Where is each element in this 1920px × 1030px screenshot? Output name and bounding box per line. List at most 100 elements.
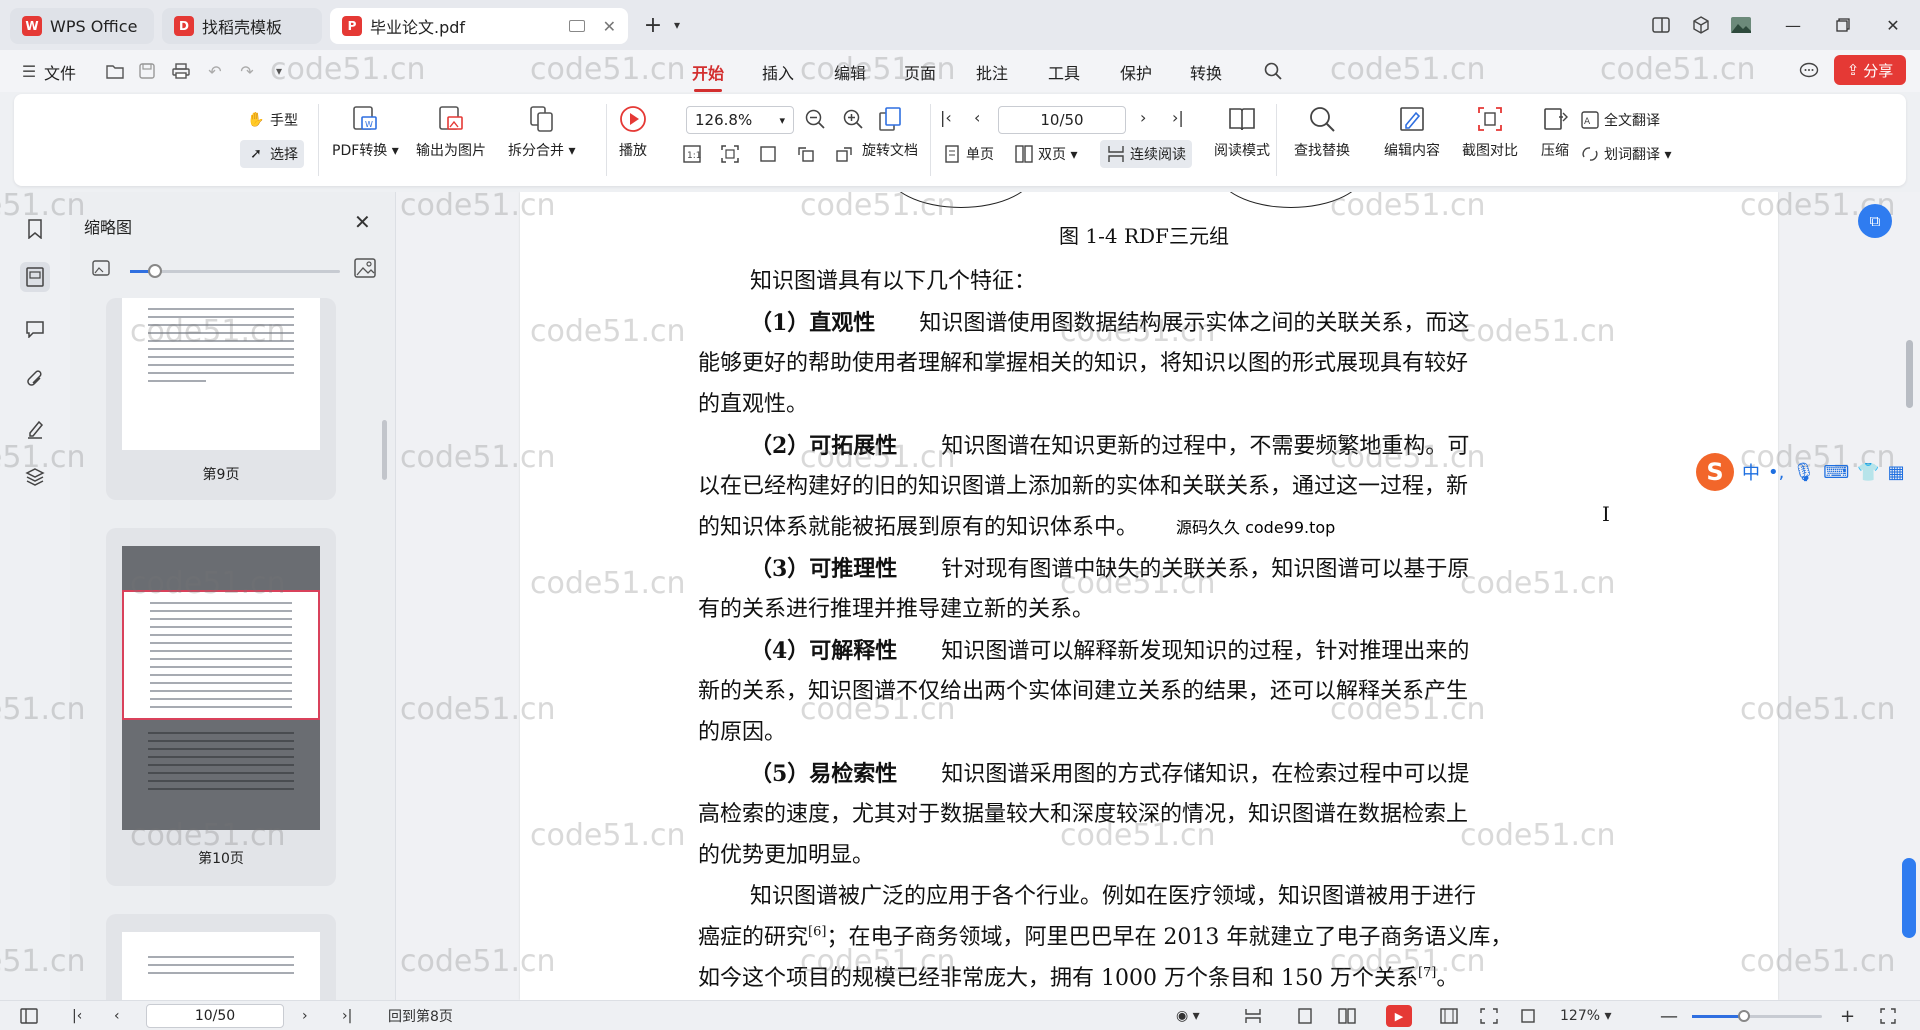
double-page-button[interactable]: 双页 ▾ [1008, 140, 1083, 168]
pdf-convert-button[interactable]: W PDF转换 ▾ [332, 104, 399, 160]
close-window-icon[interactable]: ✕ [1880, 12, 1906, 38]
select-tool-button[interactable]: ➚ 选择 [240, 140, 304, 168]
fit-width-button[interactable] [752, 140, 784, 168]
play-slideshow-icon[interactable]: ▶ [1386, 1005, 1412, 1027]
monitor-icon[interactable] [568, 20, 585, 32]
toggle-sidebar-icon[interactable] [20, 1006, 38, 1026]
thumbnail-page-10[interactable]: 第10页 [106, 528, 336, 886]
close-tab-icon[interactable]: ✕ [603, 17, 616, 36]
search-icon[interactable] [1262, 60, 1284, 82]
single-view-icon[interactable] [1298, 1006, 1312, 1026]
prev-page-icon[interactable]: ‹ [974, 108, 980, 127]
new-tab-button[interactable]: + [640, 12, 666, 38]
next-page-icon[interactable]: › [302, 1006, 308, 1026]
minimize-icon[interactable]: — [1780, 12, 1806, 38]
print-icon[interactable] [170, 60, 192, 82]
rotate-right-button[interactable] [828, 140, 860, 168]
ime-punct[interactable]: •, [1768, 462, 1784, 483]
keyboard-icon[interactable]: ⌨ [1823, 462, 1849, 483]
grid-icon[interactable]: ▦ [1888, 462, 1905, 483]
chevron-down-icon[interactable]: ▾ [664, 12, 690, 38]
thumbnail-scrollbar[interactable] [382, 420, 387, 480]
thumbnail-icon[interactable] [20, 262, 50, 292]
fit-page-button[interactable] [714, 140, 746, 168]
split-merge-button[interactable]: 拆分合并 ▾ [508, 104, 575, 160]
eye-icon[interactable]: ◉ ▾ [1176, 1006, 1200, 1026]
restore-icon[interactable] [1830, 12, 1856, 38]
first-page-icon[interactable]: |‹ [72, 1006, 82, 1026]
menu-file[interactable]: 文件 [44, 60, 76, 84]
citation-superscript[interactable]: [7] [1418, 966, 1436, 981]
folder-icon[interactable] [104, 60, 126, 82]
hamburger-icon[interactable]: ☰ [18, 60, 40, 82]
shirt-icon[interactable]: 👕 [1857, 462, 1879, 483]
compress-button[interactable]: 压缩 [1540, 104, 1570, 160]
mic-icon[interactable]: 🎙 [1792, 462, 1815, 483]
read-mode-button[interactable]: 阅读模式 [1214, 104, 1270, 160]
chevron-down-icon[interactable]: ▾ [268, 60, 290, 82]
zoom-out-icon[interactable]: — [1660, 1006, 1678, 1027]
page-number-input[interactable]: 10/50 [998, 106, 1126, 134]
redo-icon[interactable]: ↷ [236, 60, 258, 82]
share-button[interactable]: ⇪ 分享 [1834, 55, 1906, 85]
menu-edit[interactable]: 编辑 [834, 60, 866, 84]
chat-icon[interactable] [1798, 60, 1820, 82]
status-page-input[interactable]: 10/50 [146, 1004, 284, 1028]
large-thumb-icon[interactable] [354, 258, 376, 282]
edit-content-button[interactable]: 编辑内容 [1384, 104, 1440, 160]
tab-thesis-pdf[interactable]: P 毕业论文.pdf ✕ [330, 8, 628, 44]
actual-size-icon[interactable] [1520, 1006, 1536, 1026]
close-icon[interactable]: ✕ [354, 210, 371, 234]
status-zoom-select[interactable]: 127% ▾ [1560, 1006, 1612, 1026]
small-thumb-icon[interactable] [92, 260, 110, 280]
tab-wps-office[interactable]: W WPS Office [10, 8, 154, 44]
zoom-out-icon[interactable] [804, 108, 826, 130]
zoom-in-icon[interactable] [842, 108, 864, 130]
ime-lang[interactable]: 中 [1742, 459, 1760, 485]
scroll-indicator[interactable] [1902, 858, 1916, 938]
ime-toolbar[interactable]: S 中 •, 🎙 ⌨ 👕 ▦ [1696, 452, 1905, 492]
cube-icon[interactable] [1688, 12, 1714, 38]
signature-icon[interactable] [20, 414, 50, 444]
thumbnail-zoom-slider[interactable] [130, 264, 340, 278]
screenshot-compare-button[interactable]: 截图对比 [1462, 104, 1518, 160]
single-page-button[interactable]: 单页 [936, 140, 1000, 168]
thumbnail-page-9[interactable]: 第9页 [106, 298, 336, 500]
menu-convert[interactable]: 转换 [1190, 60, 1222, 84]
continuous-view-icon[interactable] [1244, 1006, 1262, 1026]
first-page-icon[interactable]: |‹ [940, 108, 952, 127]
menu-insert[interactable]: 插入 [762, 60, 794, 84]
export-image-button[interactable]: 输出为图片 [416, 104, 486, 160]
thumbnail-page-11[interactable] [106, 914, 336, 1000]
menu-protect[interactable]: 保护 [1120, 60, 1152, 84]
save-icon[interactable] [136, 60, 158, 82]
last-page-icon[interactable]: ›| [342, 1006, 352, 1026]
next-page-icon[interactable]: › [1140, 108, 1146, 127]
fullscreen-icon[interactable] [1880, 1006, 1896, 1026]
tab-docer-template[interactable]: D 找稻壳模板 [162, 8, 322, 44]
status-zoom-slider[interactable] [1692, 1010, 1822, 1022]
rotate-document-button[interactable]: 旋转文档 [862, 104, 918, 160]
attachment-icon[interactable] [20, 364, 50, 394]
rotate-left-button[interactable] [790, 140, 822, 168]
menu-tools[interactable]: 工具 [1048, 60, 1080, 84]
zoom-in-icon[interactable]: + [1840, 1006, 1855, 1027]
last-page-icon[interactable]: ›| [1172, 108, 1184, 127]
layers-icon[interactable] [20, 462, 50, 492]
bookmark-icon[interactable] [20, 214, 50, 244]
back-to-page-link[interactable]: 回到第8页 [388, 1006, 453, 1026]
menu-page[interactable]: 页面 [904, 60, 936, 84]
full-translate-button[interactable]: A 全文翻译 [1574, 106, 1666, 134]
avatar[interactable] [1728, 12, 1754, 38]
sidebar-layout-icon[interactable] [1648, 12, 1674, 38]
fit-page-icon[interactable] [1480, 1006, 1498, 1026]
undo-icon[interactable]: ↶ [204, 60, 226, 82]
prev-page-icon[interactable]: ‹ [114, 1006, 120, 1026]
comment-icon[interactable] [20, 314, 50, 344]
zoom-select[interactable]: 126.8% ▾ [686, 106, 794, 134]
fit-width-icon[interactable] [1440, 1006, 1458, 1026]
citation-superscript[interactable]: [6] [808, 925, 826, 940]
actual-size-button[interactable]: 1:1 [676, 140, 708, 168]
play-button[interactable]: 播放 [618, 104, 648, 160]
hand-tool-button[interactable]: ✋ 手型 [240, 106, 304, 134]
